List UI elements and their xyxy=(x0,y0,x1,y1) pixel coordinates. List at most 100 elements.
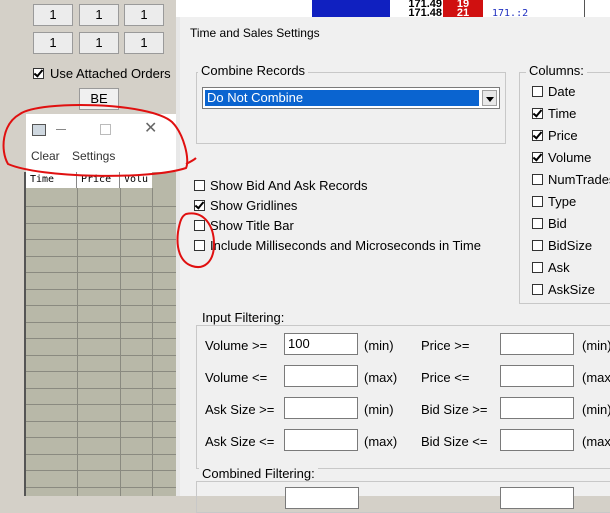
checkbox-box[interactable] xyxy=(532,262,543,273)
minimize-icon[interactable] xyxy=(56,129,66,130)
grid-line xyxy=(26,223,176,224)
grid-line xyxy=(26,305,176,306)
checkbox-label: Bid xyxy=(548,216,567,231)
column-checkbox-time[interactable]: Time xyxy=(532,106,576,121)
checkbox-box[interactable] xyxy=(532,174,543,185)
combine-records-value: Do Not Combine xyxy=(205,90,479,106)
column-checkbox-date[interactable]: Date xyxy=(532,84,575,99)
column-checkbox-bid[interactable]: Bid xyxy=(532,216,567,231)
filter-input[interactable] xyxy=(284,365,358,387)
column-checkbox-type[interactable]: Type xyxy=(532,194,576,209)
grid-line xyxy=(26,371,176,372)
checkbox-box[interactable] xyxy=(532,218,543,229)
use-attached-orders-label: Use Attached Orders xyxy=(50,66,171,81)
grid-line xyxy=(77,188,78,496)
checkbox-box[interactable] xyxy=(194,180,205,191)
grid-line xyxy=(26,421,176,422)
combined-filter-input[interactable] xyxy=(285,487,359,509)
checkbox-box[interactable] xyxy=(194,240,205,251)
checkbox-box[interactable] xyxy=(532,130,543,141)
filter-input[interactable] xyxy=(284,429,358,451)
breakeven-button[interactable]: BE xyxy=(79,88,119,110)
checkbox-label: Show Gridlines xyxy=(210,198,298,213)
option-checkbox[interactable]: Show Bid And Ask Records xyxy=(194,178,368,193)
settings-dialog: Time and Sales Settings Combine Records … xyxy=(176,17,610,513)
checkbox-label: Show Title Bar xyxy=(210,218,294,233)
time-sales-grid: Time Price Volu xyxy=(26,172,176,496)
checkbox-box[interactable] xyxy=(194,220,205,231)
filter-unit: (min) xyxy=(364,402,394,417)
combined-filter-input[interactable] xyxy=(500,487,574,509)
filter-unit: (max) xyxy=(582,434,610,449)
column-checkbox-ask[interactable]: Ask xyxy=(532,260,570,275)
filter-input[interactable]: 100 xyxy=(284,333,358,355)
quantity-box[interactable]: 1 xyxy=(124,4,164,26)
quantity-box[interactable]: 1 xyxy=(79,4,119,26)
option-checkbox[interactable]: Show Gridlines xyxy=(194,198,297,213)
bid-cells: 19 21 xyxy=(443,0,483,19)
quantity-box[interactable]: 1 xyxy=(33,32,73,54)
option-checkbox[interactable]: Include Milliseconds and Microseconds in… xyxy=(194,238,481,253)
mini-window-titlebar: ✕ Clear Settings xyxy=(26,114,176,172)
grid-line xyxy=(26,355,176,356)
column-checkbox-bidsize[interactable]: BidSize xyxy=(532,238,592,253)
grid-line xyxy=(26,404,176,405)
checkbox-box[interactable] xyxy=(194,200,205,211)
checkbox-label: Time xyxy=(548,106,577,121)
grid-line xyxy=(26,206,176,207)
maximize-icon[interactable] xyxy=(100,124,111,135)
checkbox-label: NumTrades xyxy=(548,172,610,187)
checkbox-box[interactable] xyxy=(532,86,543,97)
checkbox-label: AskSize xyxy=(548,282,595,297)
column-checkbox-price[interactable]: Price xyxy=(532,128,578,143)
grid-line xyxy=(26,256,176,257)
combine-records-select[interactable]: Do Not Combine xyxy=(202,87,500,109)
filter-unit: (min) xyxy=(364,338,394,353)
filter-input[interactable] xyxy=(500,429,574,451)
filter-label: Ask Size >= xyxy=(205,402,275,417)
close-icon[interactable]: ✕ xyxy=(144,118,157,138)
filter-unit: (min) xyxy=(582,402,610,417)
checkbox-box[interactable] xyxy=(532,108,543,119)
column-checkbox-asksize[interactable]: AskSize xyxy=(532,282,595,297)
column-checkbox-volume[interactable]: Volume xyxy=(532,150,591,165)
checkbox-box[interactable] xyxy=(532,152,543,163)
quantity-box[interactable]: 1 xyxy=(124,32,164,54)
use-attached-orders-checkbox[interactable] xyxy=(33,68,44,79)
filter-input[interactable] xyxy=(500,333,574,355)
option-checkbox[interactable]: Show Title Bar xyxy=(194,218,294,233)
quantity-box[interactable]: 1 xyxy=(79,32,119,54)
grid-border xyxy=(24,172,26,496)
column-checkbox-numtrades[interactable]: NumTrades xyxy=(532,172,610,187)
filter-input[interactable] xyxy=(284,397,358,419)
filter-unit: (max) xyxy=(582,370,610,385)
filter-unit: (max) xyxy=(364,370,398,385)
checkbox-label: Include Milliseconds and Microseconds in… xyxy=(210,238,481,253)
menu-clear[interactable]: Clear xyxy=(31,149,60,163)
checkbox-label: Date xyxy=(548,84,576,99)
grid-line xyxy=(26,437,176,438)
grid-line xyxy=(26,272,176,273)
menu-settings[interactable]: Settings xyxy=(72,149,115,163)
checkbox-label: Type xyxy=(548,194,577,209)
checkbox-box[interactable] xyxy=(532,284,543,295)
grid-line xyxy=(152,188,153,496)
filter-input[interactable] xyxy=(500,397,574,419)
quantity-box[interactable]: 1 xyxy=(33,4,73,26)
column-header[interactable]: Time xyxy=(26,172,77,188)
partial-field xyxy=(200,491,230,497)
filter-input[interactable] xyxy=(500,365,574,387)
checkbox-label: Show Bid And Ask Records xyxy=(210,178,368,193)
column-header[interactable]: Volu xyxy=(120,172,152,188)
grid-line xyxy=(26,289,176,290)
grid-line xyxy=(26,470,176,471)
filter-label: Bid Size >= xyxy=(421,402,488,417)
chevron-down-icon[interactable] xyxy=(482,90,497,106)
column-header[interactable]: Price xyxy=(77,172,120,188)
checkbox-box[interactable] xyxy=(532,196,543,207)
filter-label: Bid Size <= xyxy=(421,434,488,449)
filter-unit: (min) xyxy=(582,338,610,353)
price-cells: 171.49 171.48 xyxy=(390,0,442,19)
checkbox-box[interactable] xyxy=(532,240,543,251)
grid-line xyxy=(26,338,176,339)
